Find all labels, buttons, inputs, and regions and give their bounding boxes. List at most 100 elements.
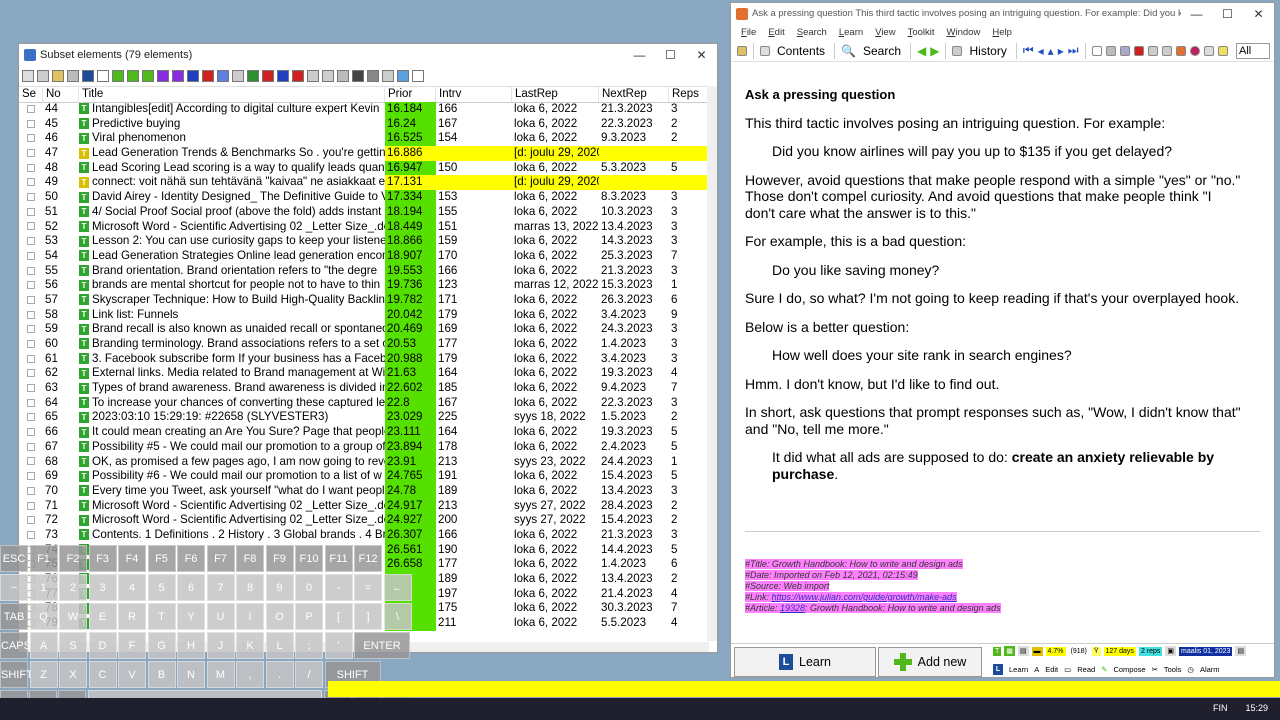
- key-[interactable]: \: [383, 603, 412, 630]
- table-row[interactable]: 61 T 3. Facebook subscribe form If your bu…: [19, 351, 709, 367]
- menu-learn[interactable]: Learn: [839, 27, 863, 38]
- ref-link[interactable]: https://www.julian.com/guide/growth/make…: [772, 592, 957, 602]
- tool4-icon[interactable]: [1133, 45, 1144, 56]
- prev-icon[interactable]: ◂: [1038, 44, 1044, 58]
- key-f8[interactable]: F8: [236, 545, 264, 572]
- row-checkbox[interactable]: [27, 222, 35, 231]
- toolbar-check-icon[interactable]: [112, 69, 124, 82]
- key-d[interactable]: D: [88, 632, 117, 659]
- row-checkbox[interactable]: [27, 428, 35, 437]
- table-row[interactable]: 56 Tbrands are mental shortcut for people…: [19, 278, 709, 293]
- table-row[interactable]: 68 T OK, as promised a few pages ago, I am…: [19, 454, 709, 470]
- row-checkbox[interactable]: [27, 413, 35, 422]
- toolbar-red-icon[interactable]: [202, 69, 214, 82]
- toolbar-grid-icon[interactable]: [22, 69, 34, 82]
- row-checkbox[interactable]: [27, 369, 35, 378]
- table-row[interactable]: 46 T Viral phenomenon 16.525 154 loka 6, 2022…: [19, 131, 709, 147]
- key-9[interactable]: 9: [265, 574, 294, 601]
- toolbar-print-icon[interactable]: [37, 69, 49, 82]
- key-enter[interactable]: ENTER: [354, 632, 410, 659]
- row-checkbox[interactable]: [27, 207, 35, 216]
- row-checkbox[interactable]: [27, 530, 35, 539]
- ref-article-link[interactable]: 19328: [780, 603, 805, 613]
- table-row[interactable]: 62 T External links. Media related to Bran…: [19, 366, 709, 382]
- toolbar-doc-icon[interactable]: [97, 69, 109, 82]
- key-e[interactable]: E: [88, 603, 117, 630]
- col-header-prior[interactable]: Prior: [385, 87, 436, 102]
- key-a[interactable]: A: [29, 632, 58, 659]
- row-checkbox[interactable]: [27, 178, 35, 187]
- key-5[interactable]: 5: [147, 574, 176, 601]
- toolbar-grid4-icon[interactable]: [382, 69, 394, 82]
- key-l[interactable]: L: [265, 632, 294, 659]
- toolbar-red3-icon[interactable]: [292, 69, 304, 82]
- key-u[interactable]: U: [206, 603, 235, 630]
- folder-icon[interactable]: [737, 45, 747, 56]
- row-checkbox[interactable]: [27, 295, 35, 304]
- history-button[interactable]: History: [966, 44, 1009, 58]
- row-checkbox[interactable]: [27, 251, 35, 260]
- key-f1[interactable]: F1: [29, 545, 58, 572]
- table-row[interactable]: 60 T Branding terminology. Brand associati…: [19, 337, 709, 352]
- tool5-icon[interactable]: [1147, 45, 1158, 56]
- search-button[interactable]: Search: [860, 44, 904, 58]
- row-checkbox[interactable]: [27, 281, 35, 290]
- row-checkbox[interactable]: [27, 310, 35, 319]
- key-f9[interactable]: F9: [265, 545, 294, 572]
- toolbar-filter-icon[interactable]: [232, 69, 244, 82]
- help-icon[interactable]: [1189, 45, 1200, 56]
- table-row[interactable]: 67 T Possibility #5 - We could mail our pr…: [19, 439, 709, 455]
- toolbar-sort-icon[interactable]: [217, 69, 229, 82]
- menu-window[interactable]: Window: [947, 27, 981, 38]
- row-checkbox[interactable]: [27, 384, 35, 392]
- key-p[interactable]: P: [295, 603, 323, 630]
- row-checkbox[interactable]: [27, 149, 35, 157]
- table-row[interactable]: 64 T To increase your chances of convertin…: [19, 395, 709, 411]
- key-n[interactable]: N: [177, 661, 205, 688]
- key-h[interactable]: H: [177, 632, 205, 659]
- key-f7[interactable]: F7: [206, 545, 235, 572]
- next-icon[interactable]: ▸: [1058, 44, 1064, 58]
- col-header-title[interactable]: Title: [79, 87, 385, 102]
- toolbar-settings-icon[interactable]: [337, 69, 349, 82]
- tool3-icon[interactable]: [1119, 45, 1130, 56]
- vertical-scrollbar[interactable]: [707, 86, 717, 641]
- toolbar-learn-icon[interactable]: [82, 69, 94, 82]
- table-row[interactable]: 72 T Microsoft Word - Scientific Advertisi…: [19, 513, 709, 528]
- table-row[interactable]: 58 T Link list: Funnels 20.042 179 loka 6, 20…: [19, 307, 709, 323]
- key-[interactable]: ;: [295, 632, 323, 659]
- key-z[interactable]: Z: [29, 661, 58, 688]
- toolbar-green-icon[interactable]: [127, 69, 139, 82]
- toolbar-green2-icon[interactable]: [142, 69, 154, 82]
- key-[interactable]: ]: [354, 603, 382, 630]
- tab-read[interactable]: Read: [1077, 665, 1095, 674]
- key-f3[interactable]: F3: [88, 545, 117, 572]
- toolbar-blue-icon[interactable]: [187, 69, 199, 82]
- table-row[interactable]: 73 T Contents. 1 Definitions . 2 History .…: [19, 527, 709, 543]
- row-checkbox[interactable]: [27, 325, 35, 334]
- table-row[interactable]: 48 T Lead Scoring Lead scoring is a way to…: [19, 160, 709, 176]
- tray-clock[interactable]: 15:29: [1245, 703, 1268, 713]
- toolbar-purple2-icon[interactable]: [172, 69, 184, 82]
- toolbar-binoculars-icon[interactable]: [352, 69, 364, 82]
- status-icon[interactable]: ▤: [1235, 646, 1247, 656]
- row-checkbox[interactable]: [27, 472, 35, 481]
- key-y[interactable]: Y: [177, 603, 205, 630]
- toolbar-red2-icon[interactable]: [262, 69, 274, 82]
- contents-button[interactable]: Contents: [774, 44, 828, 58]
- key-0[interactable]: 0: [295, 574, 323, 601]
- key-c[interactable]: C: [88, 661, 117, 688]
- key-b[interactable]: B: [147, 661, 176, 688]
- tray-language[interactable]: FIN: [1213, 703, 1228, 713]
- table-row[interactable]: 66 T It could mean creating an Are You Sur…: [19, 425, 709, 440]
- key-i[interactable]: I: [236, 603, 264, 630]
- table-row[interactable]: 63 T Types of brand awareness. Brand aware…: [19, 381, 709, 396]
- toolbar-purple-icon[interactable]: [157, 69, 169, 82]
- row-checkbox[interactable]: [27, 457, 35, 466]
- row-checkbox[interactable]: [27, 119, 35, 128]
- tab-tools[interactable]: Tools: [1164, 665, 1182, 674]
- table-row[interactable]: 70 T Every time you Tweet, ask yourself "w…: [19, 483, 709, 499]
- branch-select[interactable]: All: [1236, 42, 1270, 59]
- status-icon[interactable]: Ÿ: [1091, 646, 1101, 656]
- toolbar-search-icon[interactable]: [412, 69, 424, 82]
